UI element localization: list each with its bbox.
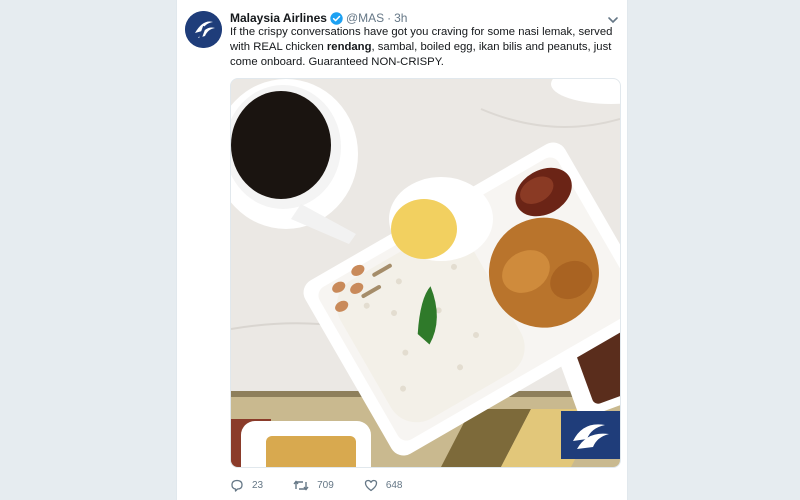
heart-icon bbox=[364, 479, 377, 491]
author-name[interactable]: Malaysia Airlines bbox=[230, 11, 327, 25]
separator-dot: · bbox=[387, 11, 392, 25]
tweet-text-bold: rendang bbox=[326, 41, 372, 53]
avatar[interactable] bbox=[185, 11, 222, 48]
retweet-button[interactable]: 709 bbox=[293, 479, 334, 492]
author-handle[interactable]: @MAS bbox=[346, 11, 384, 25]
verified-badge-icon bbox=[330, 11, 343, 25]
like-count: 648 bbox=[385, 479, 403, 491]
reply-button[interactable]: 23 bbox=[230, 479, 263, 492]
nasi-lemak-photo bbox=[231, 79, 620, 467]
tweet-text: If the crispy conversations have got you… bbox=[230, 25, 622, 70]
reply-count: 23 bbox=[252, 479, 264, 491]
reply-icon bbox=[231, 479, 243, 492]
tweet-timestamp[interactable]: 3h bbox=[394, 11, 407, 25]
tweet-actions: 23 709 648 bbox=[230, 476, 433, 494]
chevron-down-icon[interactable] bbox=[607, 12, 619, 24]
retweet-count: 709 bbox=[317, 479, 334, 491]
tweet-card[interactable]: Malaysia Airlines @MAS · 3h If the crisp… bbox=[176, 0, 628, 500]
retweet-icon bbox=[293, 479, 309, 491]
tweet-photo[interactable] bbox=[230, 78, 621, 468]
like-button[interactable]: 648 bbox=[364, 479, 403, 492]
malaysia-airlines-logo-icon bbox=[185, 11, 222, 48]
